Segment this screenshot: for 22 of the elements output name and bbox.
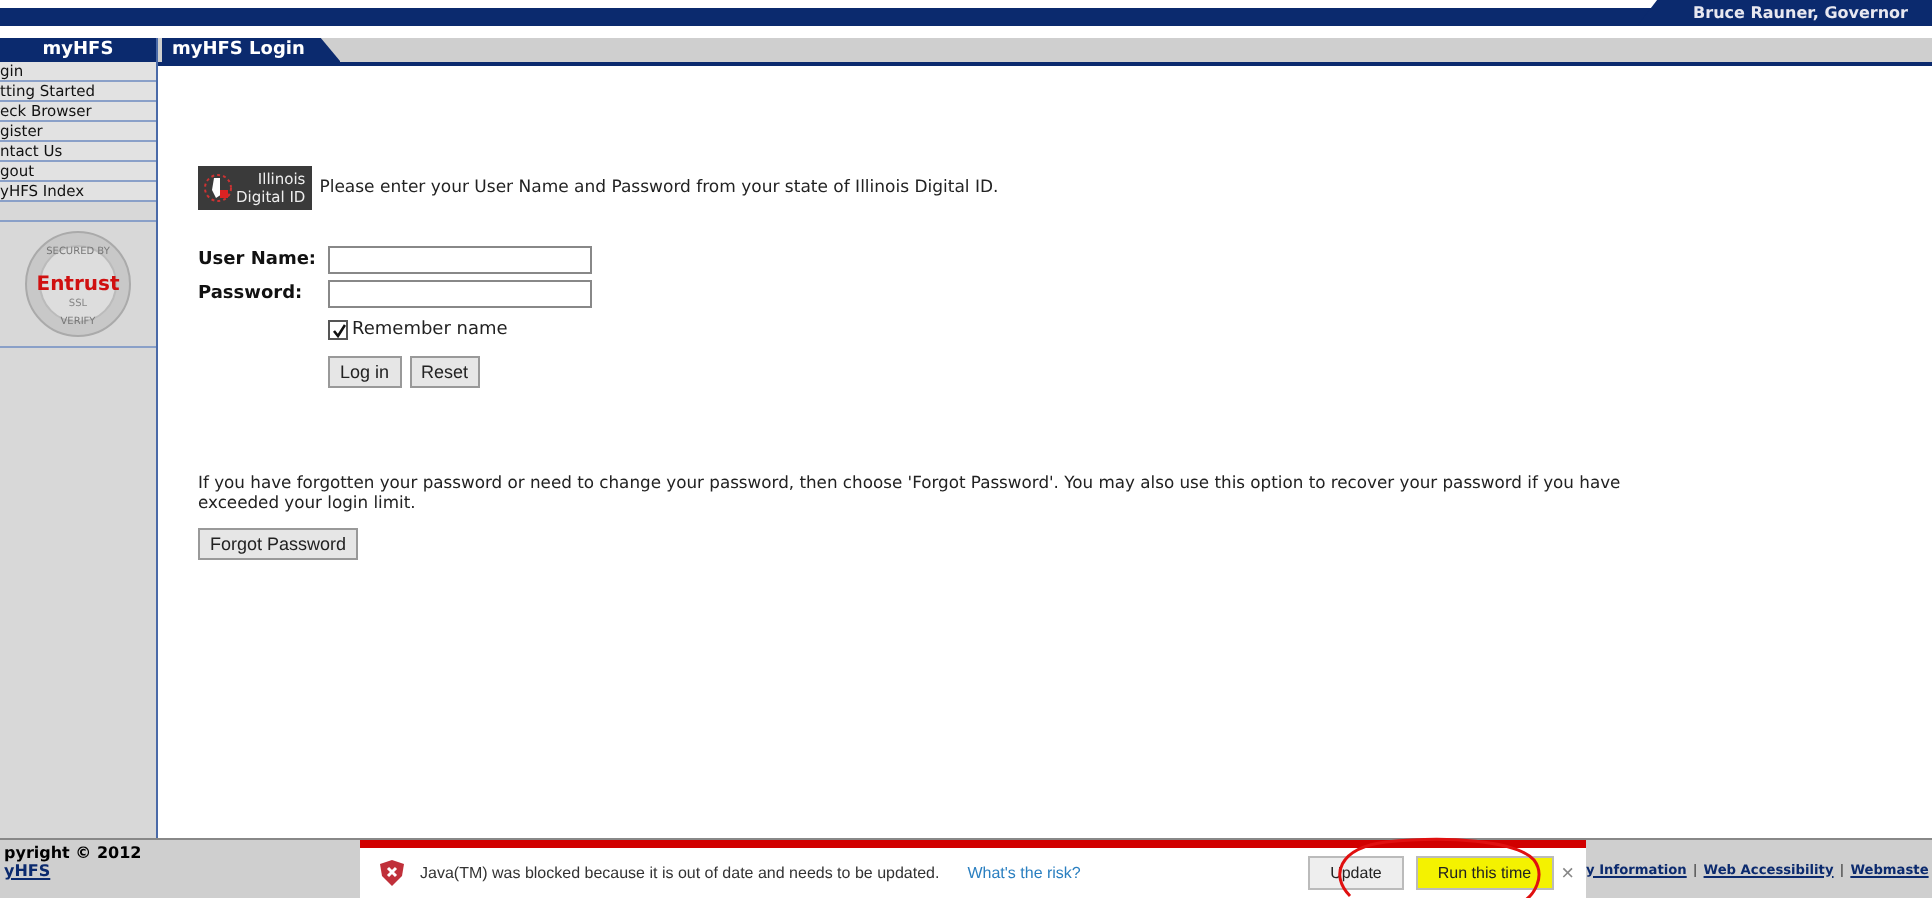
- forgot-password-button[interactable]: Forgot Password: [198, 528, 359, 560]
- notification-message: Java(TM) was blocked because it is out of date and needs to be updated.: [420, 864, 940, 882]
- field-label: Password:: [198, 284, 305, 304]
- checkbox[interactable]: [328, 320, 348, 340]
- lock-icon: [204, 172, 232, 204]
- page-tab[interactable]: myHFS Login: [162, 38, 341, 62]
- field-label: User Name:: [198, 250, 319, 270]
- shield-icon: [380, 860, 404, 886]
- login-button[interactable]: Log in: [328, 356, 402, 388]
- username-field[interactable]: [328, 246, 592, 274]
- sidebar-title: myHFS: [0, 38, 156, 62]
- close-button[interactable]: ×: [1561, 861, 1574, 885]
- footer-link[interactable]: yHFS: [4, 862, 51, 880]
- intro-text: Please enter your User Name and Password from your state of Illinois Digital ID.: [319, 178, 999, 198]
- forgot-password-text: If you have forgotten your password or need to change your password, then choose 'Forgot Password'. You may also use this option to recover your password if you have exceeded your login limit.: [198, 472, 1623, 512]
- run-button[interactable]: Run this time: [1415, 856, 1554, 890]
- check-icon: [331, 323, 345, 337]
- reset-button[interactable]: Reset: [409, 356, 481, 388]
- risk-link[interactable]: What's the risk?: [967, 864, 1081, 882]
- checkbox-label: Remember name: [352, 320, 508, 340]
- copyright-text: pyright © 2012: [4, 844, 144, 862]
- password-field[interactable]: [328, 280, 592, 308]
